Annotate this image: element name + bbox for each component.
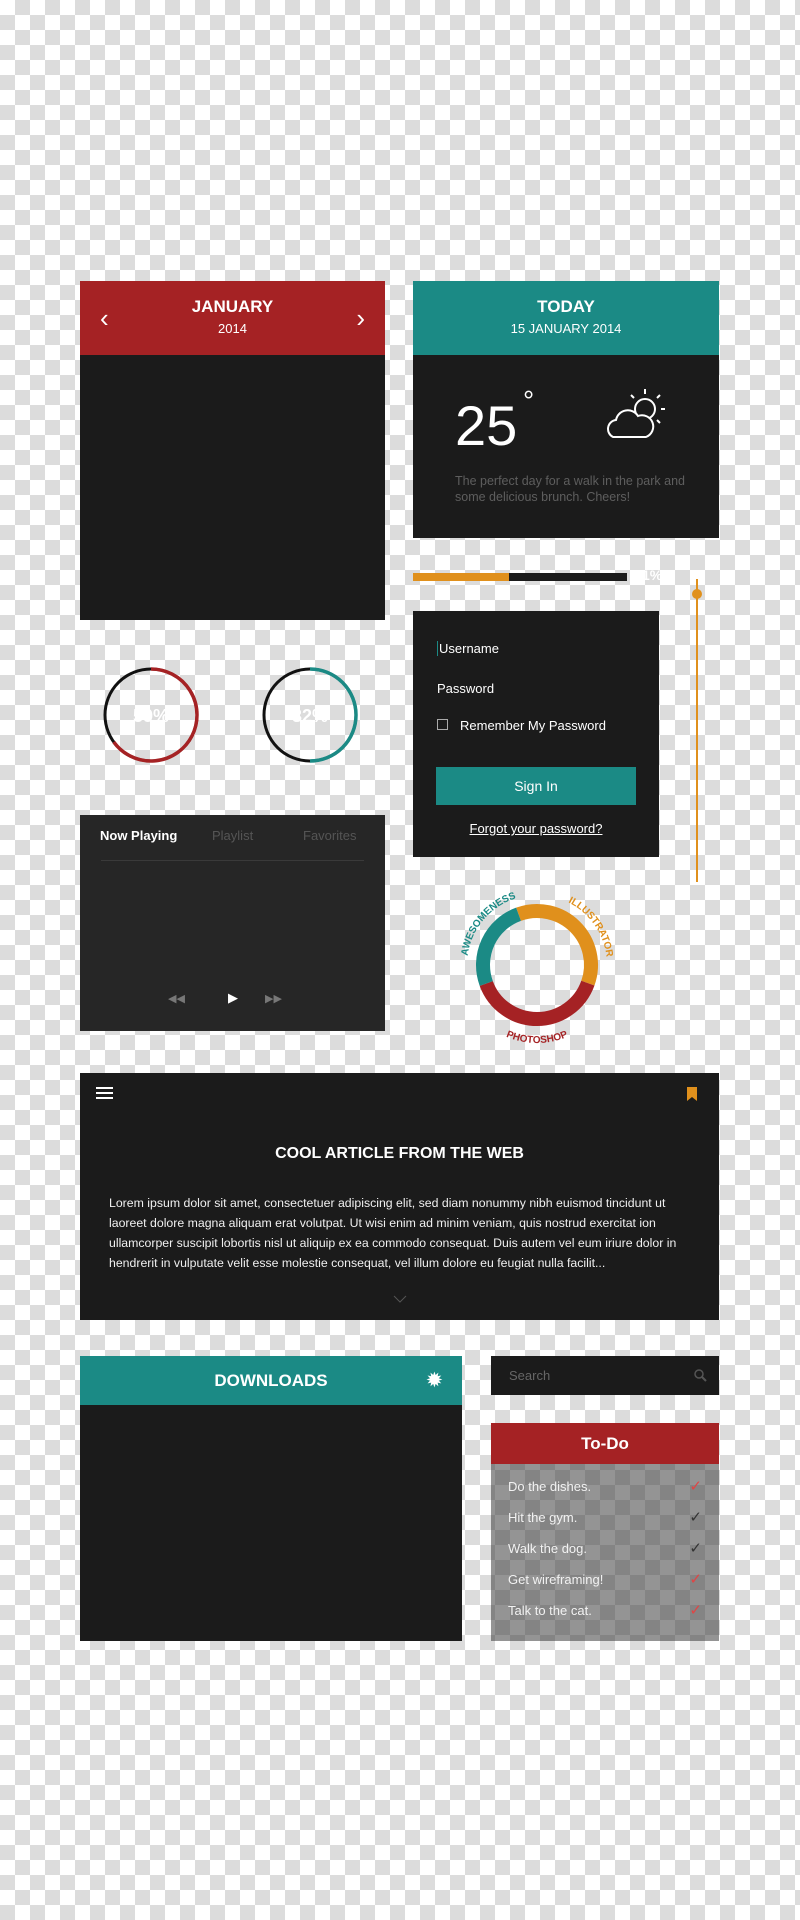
checkmark-icon[interactable]: ✓ bbox=[689, 1477, 702, 1495]
gear-icon[interactable]: ✹ bbox=[427, 1356, 442, 1405]
tab-favorites[interactable]: Favorites bbox=[303, 828, 356, 843]
skills-donut: ILLUSTRATORPHOTOSHOPAWESOMENESS bbox=[460, 890, 615, 1046]
todo-item[interactable]: Talk to the cat. ✓ bbox=[508, 1601, 702, 1619]
weather-date: 15 JANUARY 2014 bbox=[510, 321, 622, 336]
search-placeholder: Search bbox=[509, 1368, 551, 1383]
search-input[interactable]: Search bbox=[491, 1356, 719, 1395]
downloads-panel: DOWNLOADS ✹ bbox=[80, 1356, 462, 1641]
todo-item[interactable]: Get wireframing! ✓ bbox=[508, 1570, 702, 1588]
circle-progress-group: 59% 32% bbox=[103, 667, 358, 763]
vertical-slider-track[interactable] bbox=[696, 579, 698, 882]
progress-bar bbox=[413, 573, 627, 581]
circle-progress-label: 59% bbox=[133, 706, 169, 726]
donut-segment bbox=[516, 904, 598, 986]
play-icon[interactable]: ▶ bbox=[228, 990, 238, 1006]
calendar-month: JANUARY bbox=[191, 297, 274, 316]
article-body: Lorem ipsum dolor sit amet, consectetuer… bbox=[109, 1196, 677, 1270]
weather-header: TODAY 15 JANUARY 2014 bbox=[413, 281, 719, 355]
todo-text: Hit the gym. bbox=[508, 1510, 578, 1525]
progress-label: 1% bbox=[642, 567, 663, 583]
todo-text: Do the dishes. bbox=[508, 1479, 592, 1494]
rewind-icon[interactable]: ◀◀ bbox=[168, 992, 185, 1005]
todo-item[interactable]: Walk the dog. ✓ bbox=[508, 1539, 702, 1557]
chevron-down-icon[interactable] bbox=[393, 1295, 407, 1303]
vertical-slider-handle[interactable] bbox=[692, 589, 702, 600]
calendar-header: ‹ JANUARY 2014 › bbox=[80, 281, 385, 355]
progress-fill bbox=[413, 573, 510, 581]
hamburger-menu-icon[interactable] bbox=[96, 1087, 113, 1099]
todo-text: Get wireframing! bbox=[508, 1572, 604, 1587]
todo-text: Walk the dog. bbox=[508, 1541, 588, 1556]
fast-forward-icon[interactable]: ▶▶ bbox=[265, 992, 282, 1005]
remember-label: Remember My Password bbox=[460, 718, 606, 733]
tab-playlist[interactable]: Playlist bbox=[212, 828, 253, 843]
todo-list: To-Do Do the dishes. ✓ Hit the gym. ✓ Walk t… bbox=[491, 1423, 719, 1641]
tab-now-playing[interactable]: Now Playing bbox=[100, 828, 177, 843]
chevron-left-icon[interactable]: ‹ bbox=[100, 303, 109, 334]
donut-label: PHOTOSHOP bbox=[505, 1029, 570, 1046]
password-field[interactable]: Password bbox=[437, 681, 494, 696]
downloads-header: DOWNLOADS ✹ bbox=[80, 1356, 462, 1405]
chevron-right-icon[interactable]: › bbox=[356, 303, 365, 334]
article-title: COOL ARTICLE FROM THE WEB bbox=[275, 1145, 524, 1162]
sign-in-button[interactable]: Sign In bbox=[436, 767, 636, 805]
checkmark-icon[interactable]: ✓ bbox=[689, 1539, 702, 1557]
forgot-password-link[interactable]: Forgot your password? bbox=[413, 821, 659, 836]
todo-header: To-Do bbox=[491, 1423, 719, 1464]
degree-symbol: ° bbox=[523, 385, 535, 416]
article-card: COOL ARTICLE FROM THE WEB Lorem ipsum do… bbox=[80, 1073, 719, 1320]
partly-cloudy-icon bbox=[607, 389, 665, 438]
downloads-title: DOWNLOADS bbox=[214, 1371, 328, 1390]
calendar-widget: ‹ JANUARY 2014 › bbox=[80, 281, 385, 620]
checkmark-icon[interactable]: ✓ bbox=[689, 1601, 702, 1619]
todo-item[interactable]: Do the dishes. ✓ bbox=[508, 1477, 702, 1495]
search-icon[interactable] bbox=[694, 1369, 707, 1382]
weather-title: TODAY bbox=[537, 297, 595, 316]
weather-widget: TODAY 15 JANUARY 2014 25 ° The perfect d… bbox=[413, 281, 719, 538]
checkmark-icon[interactable]: ✓ bbox=[689, 1508, 702, 1526]
bookmark-icon[interactable] bbox=[687, 1087, 697, 1101]
calendar-year: 2014 bbox=[218, 321, 247, 336]
circle-progress-label: 32% bbox=[292, 706, 328, 726]
todo-item[interactable]: Hit the gym. ✓ bbox=[508, 1508, 702, 1526]
remember-checkbox[interactable] bbox=[437, 719, 448, 730]
username-field[interactable]: Username bbox=[437, 641, 499, 656]
todo-text: Talk to the cat. bbox=[508, 1603, 592, 1618]
tab-divider bbox=[101, 860, 364, 861]
temperature: 25 bbox=[455, 394, 518, 457]
music-player: Now Playing Playlist Favorites ◀◀ ▶ ▶▶ bbox=[80, 815, 385, 1031]
donut-segment bbox=[479, 980, 595, 1026]
donut-segment bbox=[476, 907, 522, 986]
login-form: Username Password Remember My Password S… bbox=[413, 611, 659, 857]
checkmark-icon[interactable]: ✓ bbox=[689, 1570, 702, 1588]
weather-description: The perfect day for a walk in the park a… bbox=[455, 474, 685, 504]
